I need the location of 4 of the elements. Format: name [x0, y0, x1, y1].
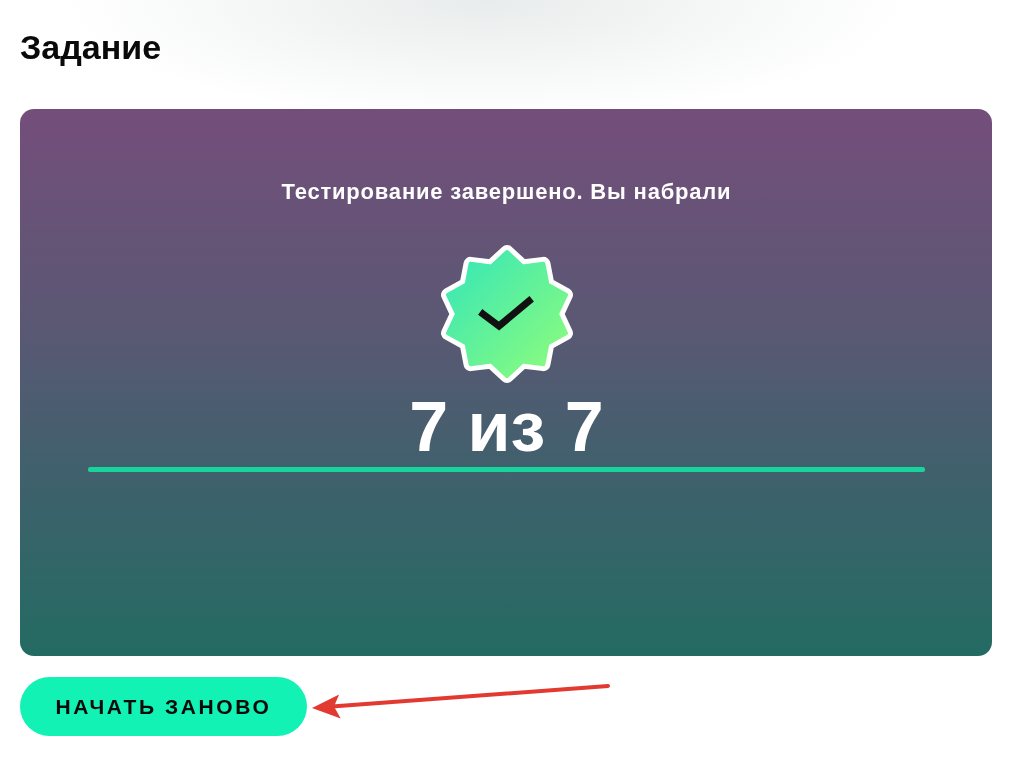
page-heading: Задание — [20, 27, 162, 68]
restart-button[interactable]: НАЧАТЬ ЗАНОВО — [20, 677, 307, 736]
score-text: 7 из 7 — [409, 389, 604, 465]
result-message: Тестирование завершено. Вы набрали — [281, 179, 732, 205]
